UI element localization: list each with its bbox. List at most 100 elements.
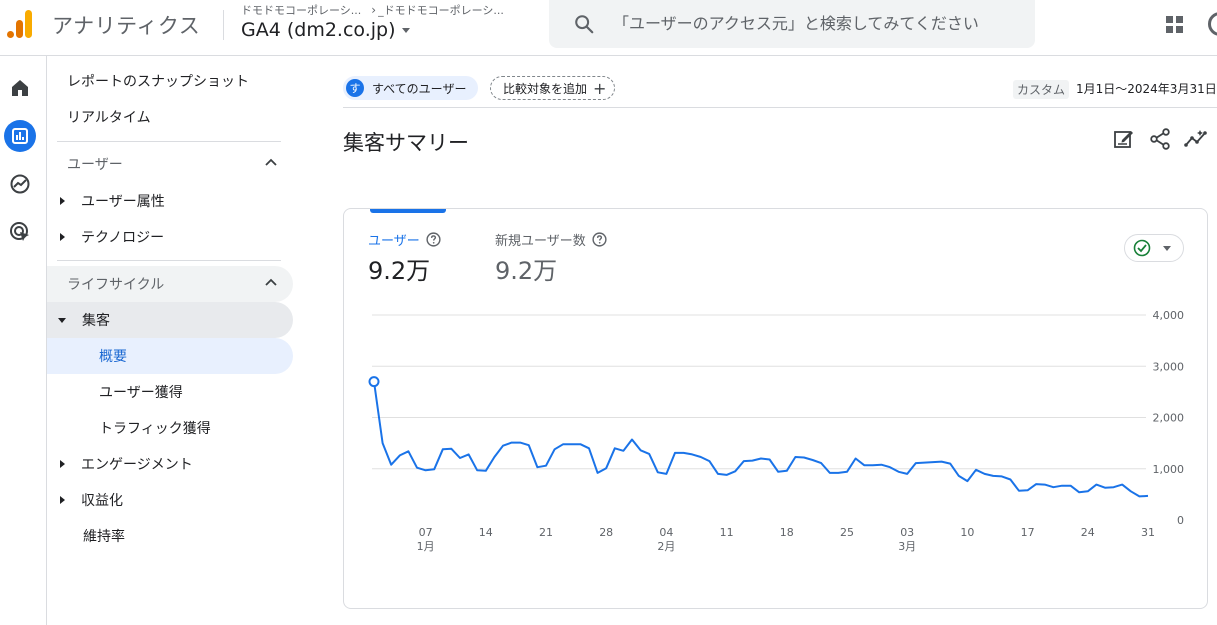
nav-divider	[57, 141, 281, 142]
nav-traffic-acquisition-label: トラフィック獲得	[99, 421, 211, 437]
y-tick-label: 0	[1177, 514, 1184, 527]
breadcrumb[interactable]: ドモドモコーポレーシ... › _ドモドモコーポレーシ...	[241, 2, 504, 18]
nav-acquisition[interactable]: 集客	[47, 302, 293, 338]
target-cursor-icon	[10, 222, 29, 241]
add-comparison-label: 比較対象を追加	[503, 81, 588, 96]
summary-card: ユーザー 9.2万 新規ユーザー数 9.2万 0 1,000 2,000 3,0…	[343, 208, 1208, 609]
nav-section-lifecycle-label: ライフサイクル	[67, 277, 165, 293]
breadcrumb-account[interactable]: ドモドモコーポレーシ...	[241, 4, 361, 17]
customize-report-icon[interactable]	[1113, 128, 1135, 150]
nav-snapshot-label: レポートのスナップショット	[67, 74, 249, 90]
nav-user-acquisition-label: ユーザー獲得	[99, 385, 183, 401]
x-tick-label: 31	[1141, 526, 1155, 539]
nav-overview-label: 概要	[99, 349, 127, 365]
share-icon[interactable]	[1149, 128, 1171, 150]
chevron-up-icon	[265, 158, 277, 166]
all-users-label: すべてのユーザー	[372, 81, 467, 96]
nav-snapshot[interactable]: レポートのスナップショット	[47, 63, 293, 99]
date-range-picker[interactable]: 1月1日～2024年3月31日	[1076, 80, 1217, 97]
add-comparison-button[interactable]: 比較対象を追加 +	[490, 76, 616, 100]
rail-explore-button[interactable]	[4, 168, 36, 200]
all-users-chip[interactable]: す すべてのユーザー	[343, 76, 479, 100]
x-tick-label: 03	[900, 526, 914, 539]
x-tick-label: 04	[659, 526, 673, 539]
nav-overview[interactable]: 概要	[47, 338, 293, 374]
series-line-users	[373, 381, 1149, 498]
nav-technology[interactable]: テクノロジー	[47, 219, 293, 255]
nav-realtime[interactable]: リアルタイム	[47, 99, 293, 135]
header-divider	[223, 10, 224, 40]
x-tick-month-label: 1月	[417, 540, 435, 553]
x-tick-month-label: 2月	[657, 540, 675, 553]
bar-chart-icon	[12, 128, 28, 144]
nav-divider	[57, 260, 281, 261]
chevron-right-icon: ›	[371, 3, 377, 17]
x-tick-label: 24	[1081, 526, 1095, 539]
nav-user-acquisition[interactable]: ユーザー獲得	[47, 374, 293, 410]
home-icon	[12, 80, 28, 96]
caret-down-icon	[401, 28, 410, 33]
rail-home-button[interactable]	[4, 72, 36, 104]
property-selector[interactable]: GA4 (dm2.co.jp)	[241, 19, 410, 41]
triangle-right-icon	[60, 460, 65, 468]
nav-user-attributes-label: ユーザー属性	[81, 194, 165, 210]
analytics-logo-icon[interactable]	[6, 8, 34, 40]
nav-engagement[interactable]: エンゲージメント	[47, 446, 293, 482]
nav-user-attributes[interactable]: ユーザー属性	[47, 183, 293, 219]
y-tick-label: 2,000	[1153, 412, 1185, 425]
nav-monetization-label: 収益化	[81, 493, 123, 509]
triangle-right-icon	[60, 496, 65, 504]
search-bar[interactable]	[549, 0, 1035, 48]
search-input[interactable]	[613, 8, 1013, 38]
chevron-up-icon	[265, 278, 277, 286]
x-tick-month-label: 3月	[898, 540, 916, 553]
users-line-chart: 0 1,000 2,000 3,000 4,000 071月 14 21 28 042月 11 18 2…	[368, 309, 1185, 553]
property-name: GA4 (dm2.co.jp)	[241, 19, 396, 41]
breadcrumb-property[interactable]: _ドモドモコーポレーシ...	[378, 4, 504, 17]
x-tick-label: 17	[1021, 526, 1035, 539]
triangle-right-icon	[60, 197, 65, 205]
nav-section-lifecycle[interactable]: ライフサイクル	[47, 266, 293, 302]
toolbar-divider	[343, 107, 1217, 108]
explore-icon	[10, 174, 30, 194]
y-tick-label: 4,000	[1153, 309, 1185, 322]
x-tick-label: 07	[419, 526, 433, 539]
account-avatar[interactable]	[1208, 12, 1217, 36]
top-bar: アナリティクス ドモドモコーポレーシ... › _ドモドモコーポレーシ... GA4…	[0, 0, 1217, 56]
left-rail	[0, 56, 47, 625]
date-range-type[interactable]: カスタム	[1013, 80, 1070, 99]
report-nav: レポートのスナップショット リアルタイム ユーザー ユーザー属性 テクノロジー …	[47, 56, 297, 625]
x-tick-label: 21	[539, 526, 553, 539]
y-tick-label: 3,000	[1153, 360, 1185, 373]
apps-grid-icon[interactable]	[1165, 15, 1185, 35]
rail-reports-button[interactable]	[4, 120, 36, 152]
x-tick-label: 11	[720, 526, 734, 539]
plus-icon: +	[593, 78, 607, 98]
nav-section-user[interactable]: ユーザー	[47, 146, 293, 182]
x-tick-label: 25	[840, 526, 854, 539]
triangle-down-icon	[58, 317, 66, 323]
y-tick-label: 1,000	[1153, 463, 1185, 476]
page-title: 集客サマリー	[343, 131, 469, 155]
rail-advertising-button[interactable]	[4, 216, 36, 248]
nav-monetization[interactable]: 収益化	[47, 482, 293, 518]
insights-icon[interactable]	[1184, 128, 1208, 150]
nav-acquisition-label: 集客	[82, 313, 110, 329]
nav-retention-label: 維持率	[83, 529, 125, 545]
nav-realtime-label: リアルタイム	[67, 110, 151, 126]
data-point-marker	[368, 376, 380, 388]
search-icon	[575, 15, 594, 34]
app-title: アナリティクス	[52, 14, 201, 38]
nav-traffic-acquisition[interactable]: トラフィック獲得	[47, 410, 293, 446]
x-tick-label: 14	[479, 526, 493, 539]
x-tick-label: 28	[599, 526, 613, 539]
x-tick-label: 10	[960, 526, 974, 539]
triangle-right-icon	[60, 233, 65, 241]
x-tick-label: 18	[780, 526, 794, 539]
main-content: す すべてのユーザー 比較対象を追加 + カスタム 1月1日～2024年3月31…	[297, 56, 1217, 625]
segment-avatar: す	[346, 79, 364, 97]
nav-retention[interactable]: 維持率	[47, 518, 293, 554]
nav-engagement-label: エンゲージメント	[81, 457, 193, 473]
nav-section-user-label: ユーザー	[67, 157, 123, 173]
nav-technology-label: テクノロジー	[81, 230, 165, 246]
